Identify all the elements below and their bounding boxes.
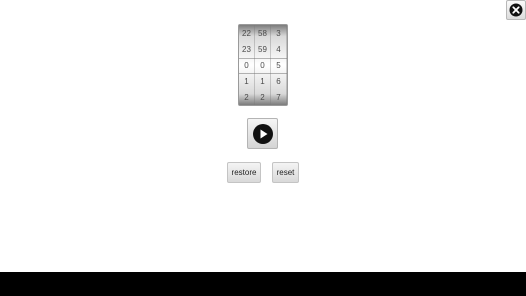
play-icon [252,123,273,144]
close-icon [509,3,523,17]
picker-value-selected: 0 [260,60,265,70]
picker-value: 58 [258,28,267,38]
reset-button[interactable]: reset [272,162,299,183]
close-button[interactable] [506,0,526,20]
picker-value: 2 [244,92,249,102]
picker-value: 4 [276,44,281,54]
picker-value: 22 [242,28,251,38]
picker-value: 23 [242,44,251,54]
picker-column-seconds[interactable]: 3 4 5 6 7 [271,25,287,105]
picker-value: 7 [276,92,281,102]
picker-value: 2 [260,92,265,102]
picker-value-selected: 0 [244,60,249,70]
bottom-bar [0,272,526,296]
picker-value: 6 [276,76,281,86]
picker-column-minutes[interactable]: 58 59 0 1 2 [255,25,271,105]
picker-value: 1 [260,76,265,86]
picker-value: 1 [244,76,249,86]
restore-button[interactable]: restore [227,162,261,183]
play-button[interactable] [247,118,278,149]
picker-value-selected: 5 [276,60,281,70]
picker-value: 3 [276,28,281,38]
picker-column-hours[interactable]: 22 23 0 1 2 [239,25,255,105]
picker-value: 59 [258,44,267,54]
time-picker-wheel[interactable]: 22 23 0 1 2 58 59 0 1 2 3 4 5 6 7 [238,24,288,106]
